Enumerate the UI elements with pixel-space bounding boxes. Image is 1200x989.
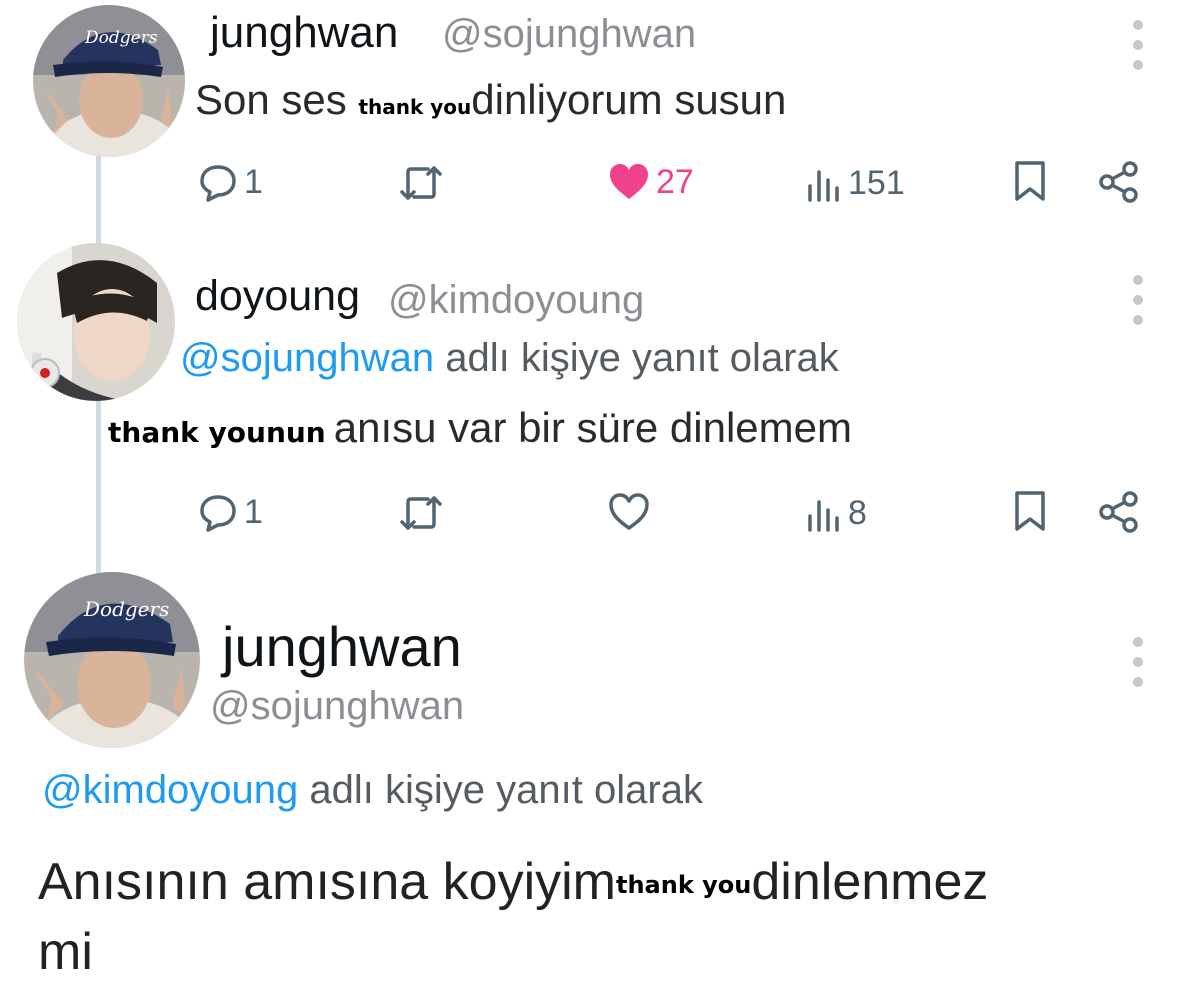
tweet-3-more-icon[interactable] <box>1133 637 1145 687</box>
tweet-2-like-button[interactable] <box>608 492 650 532</box>
tweet-2-author-handle[interactable]: @kimdoyoung <box>388 278 644 323</box>
tweet-3-reply-label: adlı kişiye yanıt olarak <box>309 768 703 812</box>
tweet-2-reply-button[interactable]: 1 <box>198 492 263 532</box>
tweet-3-text-start: Anısının amısına koyiyim <box>38 853 616 911</box>
tweet-3-reply-mention[interactable]: @kimdoyoung <box>42 768 298 812</box>
tweet-3-text-end: dinlenmez <box>751 853 989 911</box>
heart-outline-icon <box>609 493 649 530</box>
tweet-1-author-name[interactable]: junghwan <box>210 8 398 58</box>
tweet-3-sticker: thank you <box>616 871 752 900</box>
tweet-1-more-icon[interactable] <box>1133 20 1145 70</box>
views-icon <box>808 499 839 532</box>
views-icon <box>808 169 839 202</box>
tweet-2-author-name[interactable]: doyoung <box>195 272 360 321</box>
bookmark-icon <box>1015 491 1045 531</box>
tweet-2-reply-label: adlı kişiye yanıt olarak <box>445 336 839 380</box>
avatar-cap-text: Dodgers <box>84 28 158 48</box>
tweet-2-reply-mention[interactable]: @sojunghwan <box>180 336 434 380</box>
tweet-3-text-line2: mi <box>38 923 93 981</box>
bookmark-icon <box>1015 161 1045 201</box>
share-icon <box>1099 491 1138 533</box>
tweet-1-reply-button[interactable]: 1 <box>198 162 263 202</box>
tweet-2-share-button[interactable] <box>1097 490 1141 534</box>
tweet-2-sticker: thank younun <box>108 416 326 449</box>
tweet-3-author-handle[interactable]: @sojunghwan <box>210 684 464 729</box>
tweet-1-share-button[interactable] <box>1097 160 1141 204</box>
tweet-1-like-count: 27 <box>656 162 694 201</box>
tweet-1-text-end: dinliyorum susun <box>471 76 787 123</box>
tweet-2-reply-context: @sojunghwan adlı kişiye yanıt olarak <box>180 336 839 381</box>
avatar-junghwan[interactable]: Dodgers <box>33 5 185 157</box>
tweet-1-views-button[interactable]: 151 <box>806 164 905 203</box>
reply-icon <box>200 165 236 202</box>
tweet-2-view-count: 8 <box>848 494 867 532</box>
tweet-1-retweet-button[interactable] <box>398 164 444 202</box>
tweet-1-author-handle[interactable]: @sojunghwan <box>442 12 696 57</box>
tweet-3-author-name[interactable]: junghwan <box>222 614 462 679</box>
tweet-2-more-icon[interactable] <box>1133 275 1145 325</box>
tweet-1-text: Son ses thank youdinliyorum susun <box>195 76 786 124</box>
tweet-1-view-count: 151 <box>848 164 905 202</box>
tweet-3-reply-context: @kimdoyoung adlı kişiye yanıt olarak <box>42 768 703 813</box>
tweet-3-text: Anısının amısına koyiyimthank youdinlenm… <box>38 852 988 912</box>
tweet-1-reply-count: 1 <box>244 162 263 201</box>
tweet-2-text-end: anısu var bir süre dinlemem <box>333 404 852 451</box>
tweet-1-bookmark-button[interactable] <box>1012 160 1048 202</box>
retweet-icon <box>400 496 442 530</box>
reply-icon <box>200 495 236 532</box>
retweet-icon <box>400 166 442 200</box>
tweet-1-like-button[interactable]: 27 <box>608 162 694 202</box>
share-icon <box>1099 161 1138 203</box>
avatar-doyoung[interactable] <box>17 243 175 401</box>
tweet-2-retweet-button[interactable] <box>398 494 444 532</box>
avatar-junghwan-main[interactable]: Dodgers <box>24 572 200 748</box>
tweet-1-sticker: thank you <box>358 95 472 119</box>
tweet-2-views-button[interactable]: 8 <box>806 494 867 533</box>
tweet-2-text: thank younun anısu var bir süre dinlemem <box>108 404 852 452</box>
tweet-2-reply-count: 1 <box>244 492 263 531</box>
tweet-1-text-start: Son ses <box>195 76 359 123</box>
avatar-cap-text: Dodgers <box>83 597 169 621</box>
tweet-2-bookmark-button[interactable] <box>1012 490 1048 532</box>
heart-filled-icon <box>610 164 648 199</box>
